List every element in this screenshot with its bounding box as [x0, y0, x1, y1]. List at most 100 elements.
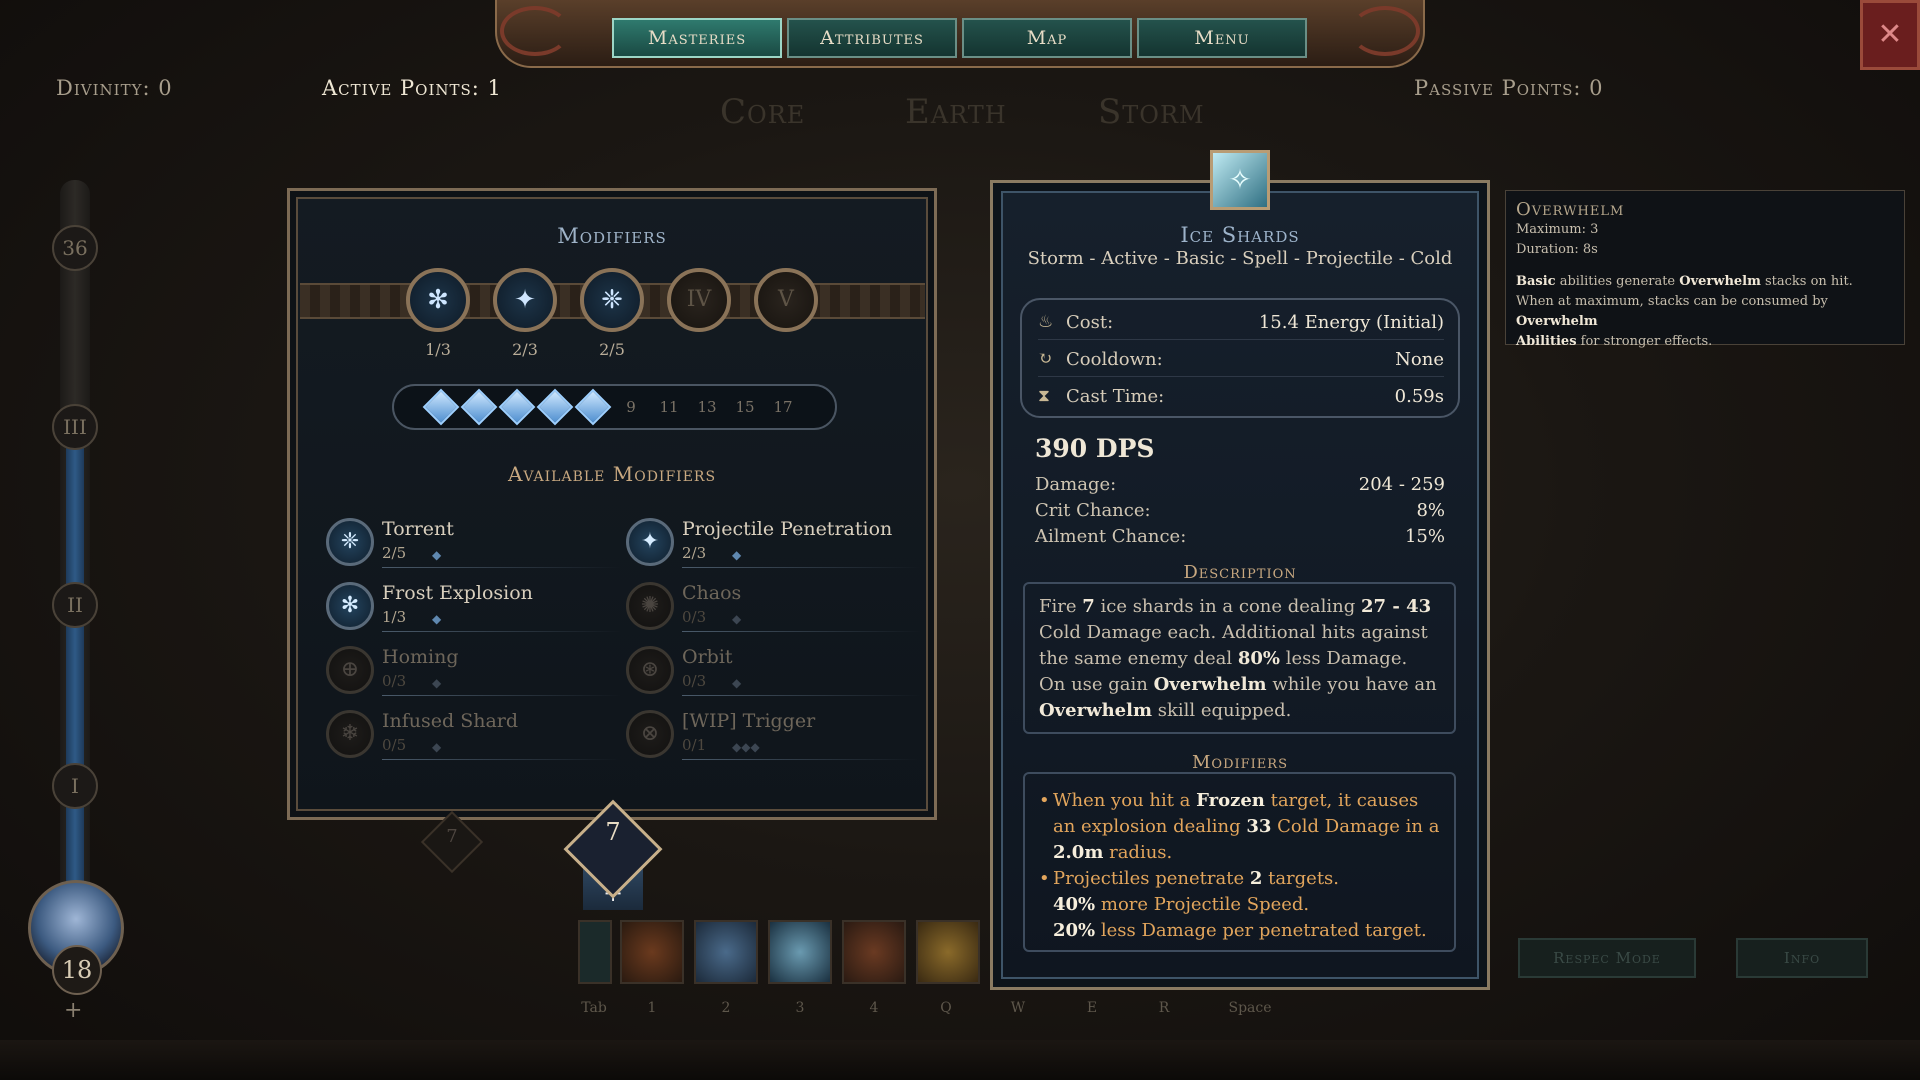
- available-modifiers-title: Available Modifiers: [507, 462, 717, 486]
- modifier-slot-3[interactable]: ❈: [580, 268, 644, 332]
- ice-shards-icon: ✧: [1210, 150, 1270, 210]
- tier-marker-36: 36: [52, 225, 98, 271]
- hotkey-label: 1: [647, 1000, 657, 1016]
- point-pip-filled: [460, 388, 498, 426]
- modifier-count: 0/5: [382, 736, 407, 754]
- hotbar-slot-4[interactable]: [842, 920, 906, 984]
- modifier-name: Chaos: [682, 582, 742, 604]
- modifier-count: 0/3: [382, 672, 407, 690]
- pip-label: 17: [773, 398, 793, 416]
- modifier-frost-explosion[interactable]: ✻ Frost Explosion 1/3 ◆: [326, 576, 621, 632]
- left-scroll-ornament: [500, 6, 570, 56]
- modifiers-title: Modifiers: [557, 224, 667, 248]
- skill-modifiers-list: • When you hit a Frozen target, it cause…: [1023, 772, 1456, 952]
- hotkey-label: R: [1158, 1000, 1170, 1016]
- info-button[interactable]: Info: [1736, 938, 1868, 978]
- modifier-slot-2[interactable]: ✦: [493, 268, 557, 332]
- skill-modifiers-title: Modifiers: [1192, 752, 1288, 773]
- hotbar-slot-3[interactable]: [768, 920, 832, 984]
- skill-description: Fire 7 ice shards in a cone dealing 27 -…: [1023, 582, 1456, 734]
- pip-label: 9: [626, 398, 636, 416]
- gem-icon: ◆: [432, 740, 442, 754]
- bottom-frame: [0, 1040, 1920, 1080]
- shadow-points-value: 7: [446, 826, 458, 847]
- trigger-icon: ⊗: [626, 710, 674, 758]
- infused-shard-icon: ❄: [326, 710, 374, 758]
- torrent-icon: ❈: [601, 285, 623, 315]
- tree-tab-core[interactable]: Core: [720, 92, 805, 132]
- level-plus-button[interactable]: +: [64, 998, 82, 1023]
- tree-tab-storm[interactable]: Storm: [1098, 92, 1205, 132]
- gem-icon: ◆: [732, 676, 742, 690]
- modifier-effect-projectile-penetration: • Projectiles penetrate 2 targets. 40% m…: [1039, 868, 1427, 941]
- modifier-slot-5-locked: V: [754, 268, 818, 332]
- active-points-label: Active Points: 1: [322, 76, 502, 100]
- point-pip-filled: [574, 388, 612, 426]
- modifier-homing[interactable]: ⊕ Homing 0/3 ◆: [326, 640, 621, 696]
- hotbar-slot-tab[interactable]: [578, 920, 612, 984]
- close-button[interactable]: ✕: [1860, 0, 1920, 70]
- crit-value: 8%: [1416, 500, 1445, 521]
- cooldown-icon: ↻: [1038, 349, 1053, 369]
- crit-label: Crit Chance:: [1035, 500, 1151, 521]
- pip-label: 13: [697, 398, 717, 416]
- point-pip-filled: [422, 388, 460, 426]
- skill-tags: Storm - Active - Basic - Spell - Project…: [1027, 248, 1453, 269]
- tree-tab-earth[interactable]: Earth: [905, 92, 1007, 132]
- modifier-count: 0/3: [682, 608, 707, 626]
- modifier-slot-1[interactable]: ✻: [406, 268, 470, 332]
- slot-3-count: 2/5: [599, 340, 625, 359]
- chaos-icon: ✺: [626, 582, 674, 630]
- points-badge: [553, 799, 673, 910]
- modifier-name: Infused Shard: [382, 710, 519, 732]
- tier-marker-iii: III: [52, 404, 98, 450]
- hotbar-slot-1[interactable]: [620, 920, 684, 984]
- tab-masteries[interactable]: Masteries: [612, 18, 782, 58]
- respec-mode-button[interactable]: Respec Mode: [1518, 938, 1696, 978]
- hotkey-label: Space: [1228, 1000, 1272, 1016]
- cooldown-label: Cooldown:: [1066, 349, 1163, 370]
- hotbar-slot-2[interactable]: [694, 920, 758, 984]
- modifier-torrent[interactable]: ❈ Torrent 2/5 ◆: [326, 512, 621, 568]
- modifier-slot-4-locked: IV: [667, 268, 731, 332]
- gem-icon: ◆: [732, 612, 742, 626]
- modifier-wip-trigger[interactable]: ⊗ [WIP] Trigger 0/1 ◆◆◆: [626, 704, 921, 760]
- slot-1-count: 1/3: [425, 340, 451, 359]
- tab-map[interactable]: Map: [962, 18, 1132, 58]
- point-pip-filled: [536, 388, 574, 426]
- homing-icon: ⊕: [326, 646, 374, 694]
- gem-icon: ◆: [432, 612, 442, 626]
- modifier-orbit[interactable]: ⊛ Orbit 0/3 ◆: [626, 640, 921, 696]
- tab-attributes[interactable]: Attributes: [787, 18, 957, 58]
- orbit-icon: ⊛: [626, 646, 674, 694]
- level-progress-fill: [66, 440, 84, 920]
- modifier-chaos[interactable]: ✺ Chaos 0/3 ◆: [626, 576, 921, 632]
- modifier-projectile-penetration[interactable]: ✦ Projectile Penetration 2/3 ◆: [626, 512, 921, 568]
- damage-label: Damage:: [1035, 474, 1117, 495]
- hotkey-label: 2: [721, 1000, 731, 1016]
- skill-name: Ice Shards: [1180, 223, 1300, 247]
- tooltip-duration: Duration: 8s: [1516, 242, 1598, 257]
- description-title: Description: [1183, 562, 1297, 583]
- tooltip-title: Overwhelm: [1516, 199, 1625, 220]
- hotkey-label: Q: [940, 1000, 952, 1016]
- modifier-effect-frost-explosion: • When you hit a Frozen target, it cause…: [1039, 790, 1440, 863]
- cost-label: Cost:: [1066, 312, 1114, 333]
- damage-value: 204 - 259: [1358, 474, 1445, 495]
- tab-menu[interactable]: Menu: [1137, 18, 1307, 58]
- torrent-icon: ❈: [326, 518, 374, 566]
- pip-label: 11: [659, 398, 679, 416]
- modifier-count: 0/1: [682, 736, 707, 754]
- cooldown-value: None: [1395, 349, 1444, 370]
- modifier-count: 0/3: [682, 672, 707, 690]
- gem-icon: ◆: [432, 548, 442, 562]
- passive-points-label: Passive Points: 0: [1414, 76, 1604, 100]
- hotbar-slot-q[interactable]: [916, 920, 980, 984]
- stat-row-cooldown: ↻ Cooldown: None: [1038, 343, 1444, 377]
- modifier-infused-shard[interactable]: ❄ Infused Shard 0/5 ◆: [326, 704, 621, 760]
- hourglass-icon: ⧗: [1038, 386, 1050, 406]
- right-scroll-ornament: [1350, 6, 1420, 56]
- hotkey-label: 4: [869, 1000, 879, 1016]
- energy-icon: ♨: [1038, 312, 1054, 332]
- modifier-name: Frost Explosion: [382, 582, 533, 604]
